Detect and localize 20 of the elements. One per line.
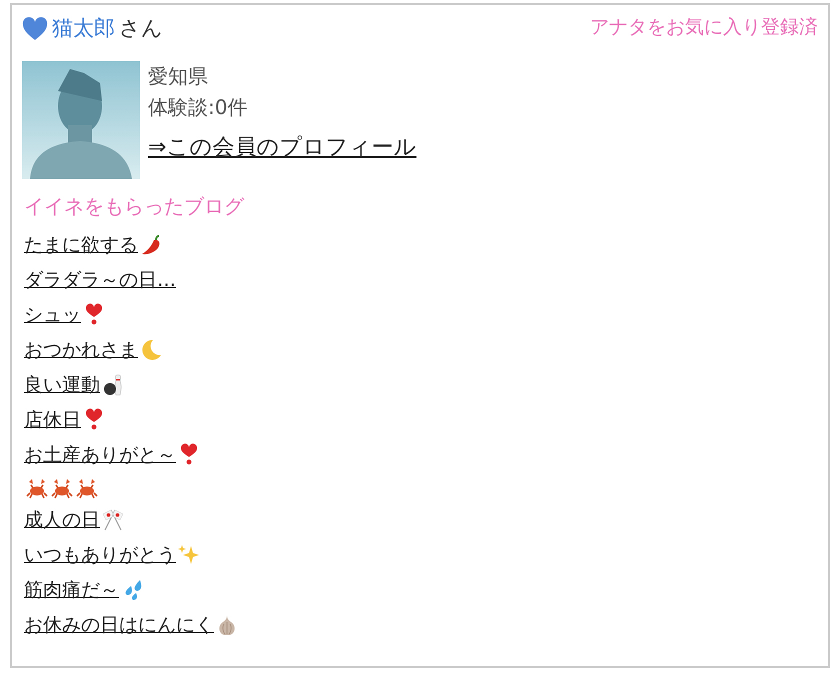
favorite-status: アナタをお気に入り登録済 [590,15,818,40]
profile-link[interactable]: ⇒この会員のプロフィール [148,130,416,164]
blog-link[interactable]: おつかれさま [24,336,163,364]
experience-count: 体験談:0件 [148,94,248,120]
blog-link[interactable]: 筋肉痛だ～ [24,576,144,604]
section-heading: イイネをもらったブログ [24,192,246,220]
blog-link[interactable]: お休みの日はにんにく [24,611,239,640]
blog-link[interactable]: 成人の日 [24,506,125,534]
blog-link[interactable]: いつもありがとう [24,541,201,570]
region-text: 愛知県 [148,62,208,90]
blog-link[interactable]: 店休日 [24,406,106,434]
member-name[interactable]: 猫太郎 [52,13,115,44]
heart-icon [22,16,48,41]
blog-link[interactable]: お土産ありがと～ [24,440,201,469]
name-suffix: さん [119,15,163,42]
blog-link[interactable]: 良い運動 [24,370,125,399]
blog-link[interactable]: たまに欲する [24,230,163,259]
crossed-flags-icon [101,508,125,532]
blog-link[interactable]: ダラダラ～の日… [24,266,176,294]
blog-link[interactable]: シュッ [24,300,106,329]
